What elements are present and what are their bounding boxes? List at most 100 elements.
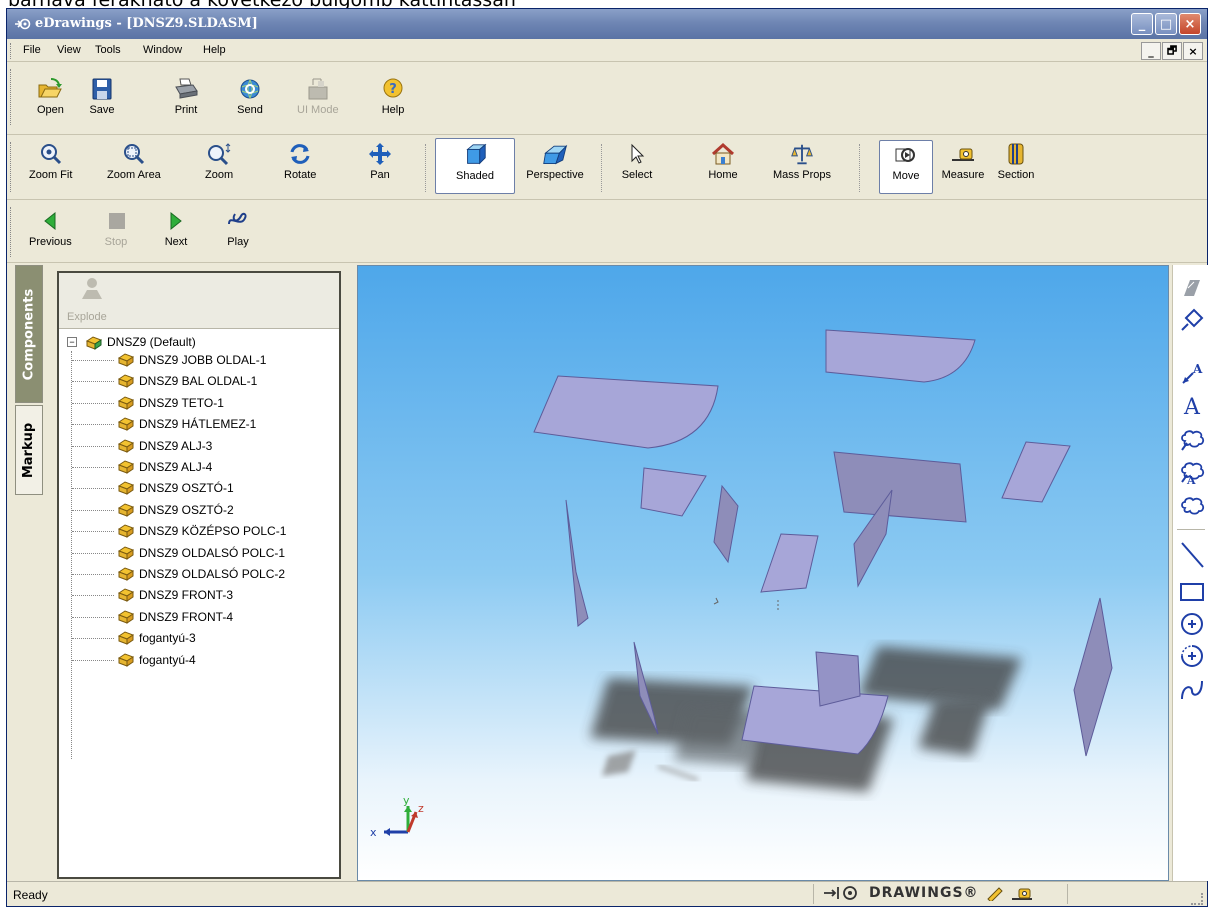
doc-close-button[interactable]: × (1183, 42, 1203, 60)
text-icon[interactable]: A (1177, 391, 1207, 421)
zoom-button[interactable]: Zoom (205, 142, 233, 181)
pencil-icon[interactable] (985, 885, 1005, 901)
tree-item-label: DNSZ9 FRONT-3 (139, 588, 234, 602)
tree-connector (72, 617, 114, 618)
tree-item[interactable]: DNSZ9 JOBB OLDAL-1 (117, 351, 266, 369)
maximize-button[interactable]: □ (1155, 13, 1177, 35)
tree-item[interactable]: DNSZ9 KÖZÉPSO POLC-1 (117, 522, 286, 540)
cloud-icon[interactable] (1177, 491, 1207, 521)
doc-minimize-button[interactable]: _ (1141, 42, 1161, 60)
tree-root-node[interactable]: − DNSZ9 (Default) (67, 333, 196, 351)
measure-status-icon[interactable] (1011, 885, 1033, 901)
send-button[interactable]: Send (237, 77, 263, 116)
part-bal-oldal (565, 499, 589, 627)
select-button[interactable]: Select (617, 142, 657, 181)
circle-icon[interactable] (1177, 609, 1207, 639)
zoom-fit-button[interactable]: Zoom Fit (29, 142, 72, 181)
tree-connector (72, 553, 114, 554)
menu-window[interactable]: Window (143, 44, 182, 56)
markup-cursor-icon[interactable] (1177, 273, 1207, 303)
tree-item[interactable]: fogantyú-4 (117, 651, 196, 669)
print-button[interactable]: Print (173, 77, 199, 116)
shaded-button[interactable]: Shaded (435, 138, 515, 194)
part-oszto-2 (713, 484, 739, 564)
tree-item[interactable]: DNSZ9 BAL OLDAL-1 (117, 372, 257, 390)
tree-item[interactable]: DNSZ9 OLDALSÓ POLC-2 (117, 565, 285, 583)
window-title: eDrawings - [DNSZ9.SLDASM] (35, 16, 258, 31)
tree-item[interactable]: DNSZ9 OSZTÓ-1 (117, 479, 234, 497)
minimize-button[interactable]: _ (1131, 13, 1153, 35)
cloud-leader-icon[interactable] (1177, 425, 1207, 455)
explode-button[interactable]: Explode (59, 273, 339, 329)
collapse-toggle[interactable]: − (67, 337, 77, 347)
menu-help[interactable]: Help (203, 44, 226, 56)
rectangle-icon[interactable] (1177, 577, 1207, 607)
save-button[interactable]: Save (89, 77, 115, 116)
explode-icon (79, 277, 105, 303)
toolbar-grip[interactable] (10, 142, 13, 192)
resize-grip[interactable] (1191, 893, 1203, 905)
open-button[interactable]: Open (37, 77, 64, 116)
part-kozepso-polc (760, 533, 819, 593)
doc-restore-button[interactable]: 🗗 (1162, 42, 1182, 60)
tree-item[interactable]: fogantyú-3 (117, 629, 196, 647)
open-folder-icon (37, 77, 63, 101)
zoom-area-button[interactable]: Zoom Area (107, 142, 161, 181)
dimension-icon[interactable] (1177, 305, 1207, 335)
ui-mode-button[interactable]: UI Mode (297, 77, 339, 116)
move-icon (893, 143, 919, 167)
stop-button[interactable]: Stop (103, 209, 129, 248)
tree-item[interactable]: DNSZ9 FRONT-3 (117, 586, 233, 604)
home-button[interactable]: Home (703, 142, 743, 181)
tab-components[interactable]: Components (15, 265, 43, 403)
tree-connector (72, 595, 114, 596)
handles (713, 597, 779, 610)
tree-item-label: DNSZ9 OLDALSÓ POLC-2 (139, 567, 286, 581)
perspective-button[interactable]: Perspective (517, 142, 593, 181)
measure-icon (950, 142, 976, 166)
tree-item[interactable]: DNSZ9 HÁTLEMEZ-1 (117, 415, 256, 433)
toolbar-grip[interactable] (10, 207, 13, 257)
next-arrow-icon (163, 209, 189, 233)
tree-item[interactable]: DNSZ9 OSZTÓ-2 (117, 501, 234, 519)
menubar-grip[interactable] (10, 43, 13, 59)
pan-button[interactable]: Pan (367, 142, 393, 181)
section-button[interactable]: Section (993, 142, 1039, 181)
line-icon[interactable] (1177, 537, 1207, 573)
tree-item[interactable]: DNSZ9 OLDALSÓ POLC-1 (117, 544, 285, 562)
move-button[interactable]: Move (879, 140, 933, 194)
arc-icon[interactable] (1177, 641, 1207, 671)
tree-item-label: DNSZ9 KÖZÉPSO POLC-1 (139, 524, 287, 538)
toolbar-grip[interactable] (10, 69, 13, 125)
file-toolbar: Open Save Print Send UI Mode ? Help (7, 63, 1207, 135)
toolbar-separator (859, 144, 860, 192)
cloud-text-icon[interactable]: A (1177, 457, 1207, 487)
panel-splitter[interactable] (347, 265, 357, 887)
tree-item[interactable]: DNSZ9 FRONT-4 (117, 608, 233, 626)
menu-view[interactable]: View (57, 44, 81, 56)
tree-item[interactable]: DNSZ9 ALJ-4 (117, 458, 212, 476)
help-button[interactable]: ? Help (380, 77, 406, 116)
previous-arrow-icon (37, 209, 63, 233)
next-button[interactable]: Next (163, 209, 189, 248)
close-button[interactable]: × (1179, 13, 1201, 35)
leader-text-icon[interactable]: A (1177, 359, 1207, 389)
tree-item-label: DNSZ9 OSZTÓ-1 (139, 481, 234, 495)
play-button[interactable]: Play (225, 209, 251, 248)
graphics-viewport[interactable]: x y z (357, 265, 1169, 881)
perspective-icon (542, 142, 568, 166)
tab-markup[interactable]: Markup (15, 405, 43, 495)
tree-connector (72, 574, 114, 575)
part-icon (117, 460, 135, 474)
tree-item[interactable]: DNSZ9 ALJ-3 (117, 437, 212, 455)
rotate-button[interactable]: Rotate (284, 142, 316, 181)
spline-icon[interactable] (1177, 675, 1207, 705)
tree-item[interactable]: DNSZ9 TETO-1 (117, 394, 224, 412)
menu-file[interactable]: File (23, 44, 41, 56)
svg-text:x: x (370, 826, 377, 839)
mass-props-button[interactable]: Mass Props (765, 142, 839, 181)
measure-button[interactable]: Measure (937, 142, 989, 181)
previous-button[interactable]: Previous (29, 209, 72, 248)
title-bar[interactable]: eDrawings - [DNSZ9.SLDASM] _ □ × (7, 9, 1207, 39)
menu-tools[interactable]: Tools (95, 44, 121, 56)
